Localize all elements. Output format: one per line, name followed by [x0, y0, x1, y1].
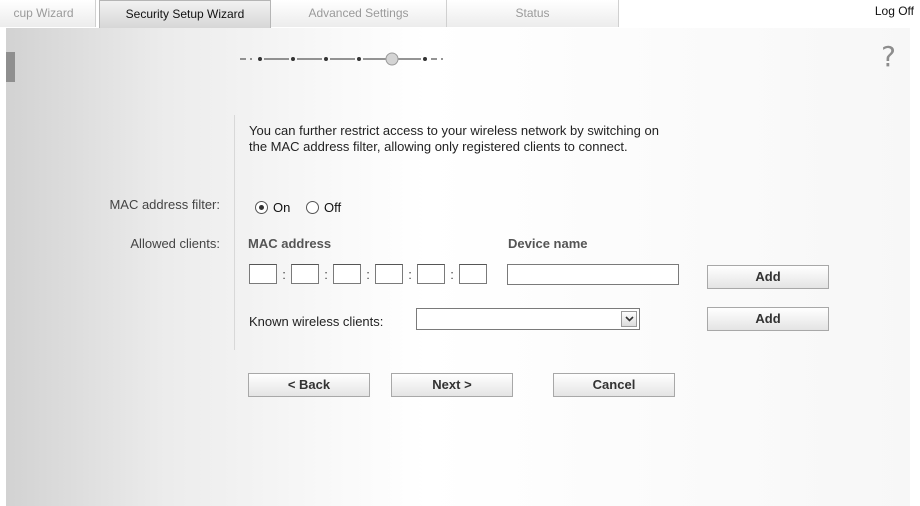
tab-bar: cup Wizard Security Setup Wizard Advance… — [0, 0, 920, 28]
mac-separator: : — [450, 266, 454, 282]
intro-text: You can further restrict access to your … — [249, 123, 659, 154]
mac-octet-2-input[interactable] — [291, 264, 319, 284]
radio-selected-icon[interactable] — [255, 201, 268, 214]
mac-octet-5-input[interactable] — [417, 264, 445, 284]
mac-octet-4-input[interactable] — [375, 264, 403, 284]
progress-step — [258, 57, 262, 61]
progress-step — [324, 57, 328, 61]
add-client-button[interactable]: Add — [707, 265, 829, 289]
progress-step — [357, 57, 361, 61]
chevron-down-icon[interactable] — [621, 311, 637, 327]
mac-separator: : — [366, 266, 370, 282]
mac-octet-6-input[interactable] — [459, 264, 487, 284]
radio-unselected-icon[interactable] — [305, 201, 319, 214]
log-off-link[interactable]: Log Off — [875, 4, 914, 18]
progress-step — [423, 57, 427, 61]
device-name-header: Device name — [508, 236, 588, 251]
sidebar-marker — [6, 52, 15, 82]
progress-step — [291, 57, 295, 61]
mac-separator: : — [408, 266, 412, 282]
wizard-progress — [240, 52, 443, 66]
next-button[interactable]: Next > — [391, 373, 513, 397]
cancel-button[interactable]: Cancel — [553, 373, 675, 397]
tab-status[interactable]: Status — [447, 0, 619, 27]
tab-setup-wizard[interactable]: cup Wizard — [0, 0, 96, 27]
progress-step-current — [385, 52, 399, 66]
known-clients-select[interactable] — [416, 308, 640, 330]
help-icon[interactable]: ? — [881, 40, 896, 73]
content-divider — [234, 115, 235, 350]
mac-address-header: MAC address — [248, 236, 332, 251]
mac-separator: : — [324, 266, 328, 282]
mac-filter-off-radio[interactable]: Off — [305, 200, 342, 215]
mac-octet-3-input[interactable] — [333, 264, 361, 284]
known-clients-label: Known wireless clients: — [249, 314, 384, 329]
mac-filter-on-radio[interactable]: On — [255, 200, 290, 215]
allowed-clients-label: Allowed clients: — [130, 236, 220, 251]
mac-filter-radio-group: On Off — [255, 200, 353, 217]
mac-octet-1-input[interactable] — [249, 264, 277, 284]
tab-advanced-settings[interactable]: Advanced Settings — [271, 0, 447, 27]
mac-separator: : — [282, 266, 286, 282]
back-button[interactable]: < Back — [248, 373, 370, 397]
mac-address-inputs: : : : : : — [249, 264, 487, 284]
radio-label-on: On — [273, 200, 291, 215]
tab-security-setup-wizard[interactable]: Security Setup Wizard — [99, 0, 271, 28]
mac-filter-label: MAC address filter: — [109, 197, 220, 212]
radio-label-off: Off — [323, 200, 342, 215]
add-known-client-button[interactable]: Add — [707, 307, 829, 331]
device-name-input[interactable] — [507, 264, 679, 285]
